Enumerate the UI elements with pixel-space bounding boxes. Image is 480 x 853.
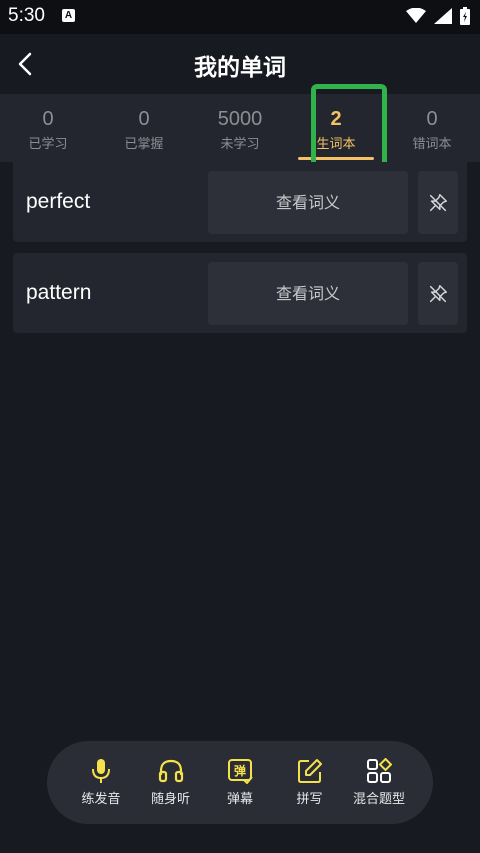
unpin-button[interactable] bbox=[418, 262, 458, 325]
tab-count: 0 bbox=[138, 108, 150, 130]
tab-count: 0 bbox=[42, 108, 54, 130]
apps-icon bbox=[366, 758, 392, 784]
spelling-button[interactable]: 拼写 bbox=[278, 758, 342, 807]
unpin-icon bbox=[429, 284, 447, 302]
tab-mastered[interactable]: 0 已掌握 bbox=[96, 94, 192, 162]
view-meaning-button[interactable]: 查看词义 bbox=[208, 262, 408, 325]
tab-unlearned[interactable]: 5000 未学习 bbox=[192, 94, 288, 162]
word-text: pattern bbox=[26, 281, 92, 304]
tool-label: 随身听 bbox=[150, 792, 190, 807]
tab-label: 未学习 bbox=[220, 137, 260, 152]
tab-count: 2 bbox=[330, 108, 342, 130]
tab-new-words[interactable]: 2 生词本 bbox=[288, 94, 384, 162]
view-meaning-button[interactable]: 查看词义 bbox=[208, 171, 408, 234]
unpin-icon bbox=[429, 193, 447, 211]
tool-label: 弹幕 bbox=[226, 792, 253, 807]
signal-icon bbox=[434, 8, 452, 28]
tab-learned[interactable]: 0 已学习 bbox=[0, 94, 96, 162]
wifi-icon bbox=[406, 7, 426, 28]
mixed-questions-button[interactable]: 混合题型 bbox=[347, 758, 411, 807]
word-row[interactable]: pattern 查看词义 bbox=[13, 253, 467, 333]
edit-icon bbox=[297, 758, 323, 784]
listen-anywhere-button[interactable]: 随身听 bbox=[139, 758, 203, 807]
tool-label: 拼写 bbox=[296, 792, 323, 807]
tool-label: 练发音 bbox=[81, 792, 121, 807]
danmaku-button[interactable]: 弹 弹幕 bbox=[208, 758, 272, 807]
tab-count: 0 bbox=[426, 108, 438, 130]
tab-label: 错词本 bbox=[412, 137, 452, 152]
word-text: perfect bbox=[26, 190, 91, 213]
battery-icon bbox=[460, 7, 470, 29]
tab-label: 已学习 bbox=[28, 137, 68, 152]
tab-label: 生词本 bbox=[316, 137, 356, 152]
active-tab-indicator bbox=[298, 157, 374, 160]
notification-a-icon: A bbox=[62, 9, 75, 22]
app-header: 我的单词 bbox=[0, 34, 480, 94]
tab-count: 5000 bbox=[217, 108, 263, 130]
practice-toolbar: 练发音 随身听 弹 弹幕 拼写 混合题型 bbox=[47, 741, 433, 824]
word-row[interactable]: perfect 查看词义 bbox=[13, 162, 467, 242]
status-time: 5:30 bbox=[8, 5, 45, 26]
tab-label: 已掌握 bbox=[124, 137, 164, 152]
headphones-icon bbox=[158, 758, 184, 784]
status-bar: 5:30 A bbox=[0, 0, 480, 34]
practice-pronunciation-button[interactable]: 练发音 bbox=[69, 758, 133, 807]
word-category-tabs: 0 已学习 0 已掌握 5000 未学习 2 生词本 0 错词本 bbox=[0, 94, 480, 162]
tab-wrong-words[interactable]: 0 错词本 bbox=[384, 94, 480, 162]
danmaku-icon: 弹 bbox=[227, 758, 253, 784]
microphone-icon bbox=[88, 758, 114, 784]
danmaku-icon-text: 弹 bbox=[234, 763, 246, 778]
page-title: 我的单词 bbox=[194, 55, 286, 81]
word-list: perfect 查看词义 pattern 查看词义 bbox=[13, 162, 467, 344]
unpin-button[interactable] bbox=[418, 171, 458, 234]
tool-label: 混合题型 bbox=[352, 792, 405, 807]
